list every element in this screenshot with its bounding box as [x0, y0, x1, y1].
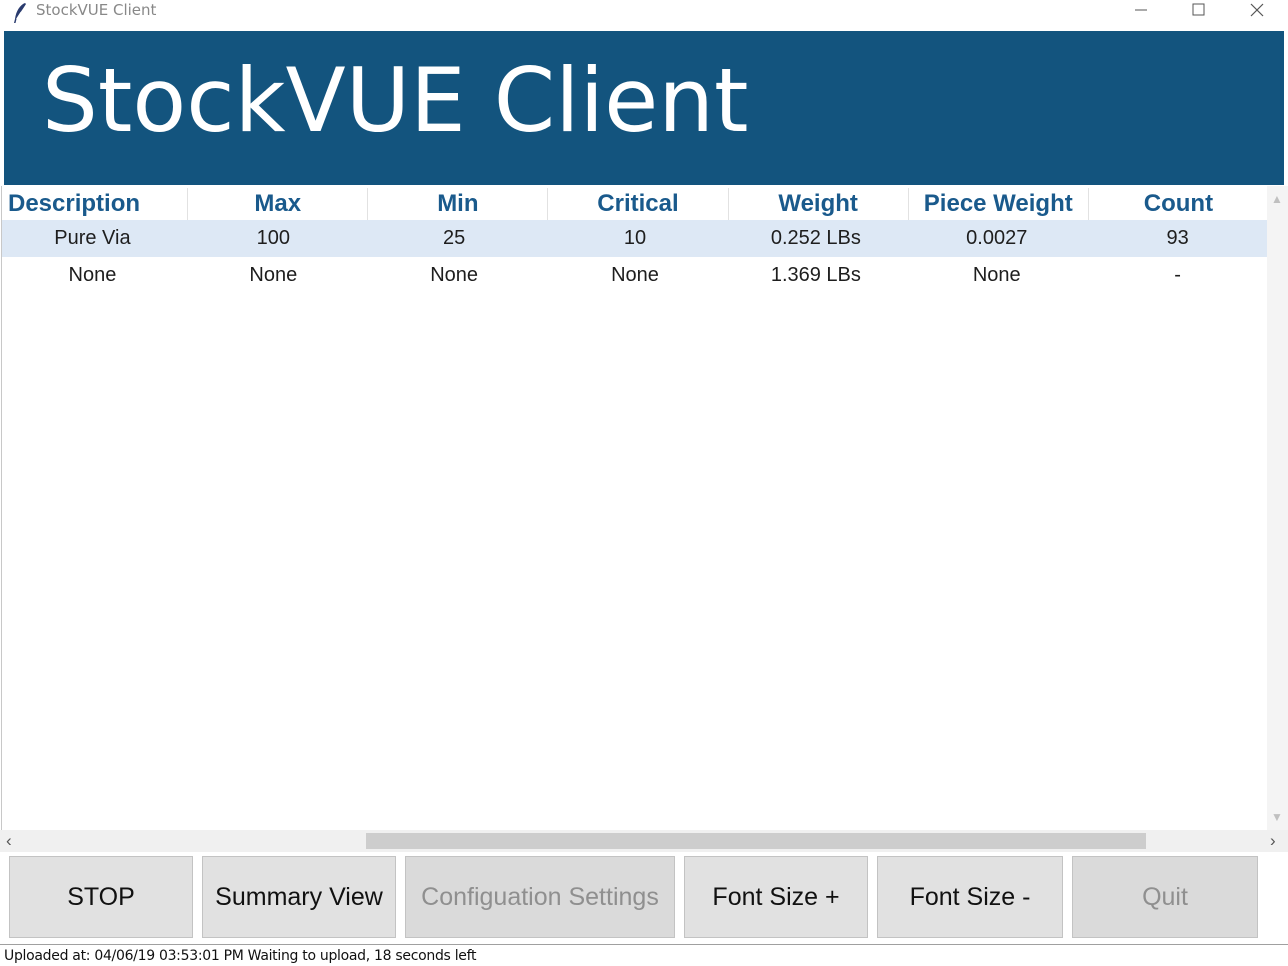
column-header-max[interactable]: Max	[188, 188, 369, 220]
chevron-right-icon[interactable]: ›	[1270, 830, 1276, 852]
column-header-description[interactable]: Description	[2, 188, 189, 220]
cell-max: 100	[256, 227, 290, 249]
column-header-min[interactable]: Min	[368, 188, 549, 220]
app-banner: StockVUE Client	[4, 31, 1284, 185]
table-row[interactable]: None None None None 1.369 LBs None -	[2, 257, 1268, 294]
window-titlebar: StockVUE Client	[0, 0, 1288, 30]
cell-weight: 0.252 LBs	[770, 227, 861, 249]
minimize-icon	[1135, 9, 1147, 11]
font-size-increase-button[interactable]: Font Size +	[684, 856, 868, 938]
quit-button[interactable]: Quit	[1072, 856, 1258, 938]
chevron-down-icon[interactable]: ▼	[1271, 810, 1283, 824]
column-header-piece-weight[interactable]: Piece Weight	[909, 188, 1089, 220]
cell-min: 25	[443, 227, 466, 249]
chevron-left-icon[interactable]: ‹	[6, 830, 12, 852]
window-title: StockVUE Client	[36, 1, 157, 19]
banner-title: StockVUE Client	[42, 49, 749, 152]
summary-view-button[interactable]: Summary View	[202, 856, 396, 938]
column-header-count[interactable]: Count	[1089, 188, 1268, 220]
feather-icon	[14, 3, 26, 23]
cell-piece-weight: 0.0027	[966, 227, 1028, 249]
status-text: Uploaded at: 04/06/19 03:53:01 PM Waitin…	[4, 948, 477, 964]
cell-count: 93	[1166, 227, 1189, 249]
inventory-table: Description Max Min Critical Weight Piec…	[1, 186, 1268, 830]
column-header-weight[interactable]: Weight	[729, 188, 909, 220]
horizontal-scrollbar[interactable]: ‹ ›	[0, 830, 1288, 852]
table-header: Description Max Min Critical Weight Piec…	[2, 188, 1268, 220]
column-header-critical[interactable]: Critical	[548, 188, 729, 220]
cell-critical: 10	[623, 227, 647, 249]
cell-description: None	[68, 264, 117, 286]
cell-description: Pure Via	[54, 227, 131, 249]
font-size-decrease-button[interactable]: Font Size -	[877, 856, 1063, 938]
cell-piece-weight: None	[972, 264, 1021, 286]
minimize-button[interactable]	[1112, 0, 1170, 22]
configuration-settings-button[interactable]: Configuation Settings	[405, 856, 675, 938]
close-icon	[1250, 3, 1264, 17]
scrollbar-thumb[interactable]	[366, 833, 1146, 849]
cell-max: None	[249, 264, 298, 286]
cell-weight: 1.369 LBs	[770, 264, 861, 286]
vertical-scrollbar[interactable]: ▲ ▼	[1267, 186, 1288, 830]
stop-button[interactable]: STOP	[9, 856, 193, 938]
table-body: Pure Via 100 25 10 0.252 LBs 0.0027 93 N…	[2, 220, 1268, 294]
table-row[interactable]: Pure Via 100 25 10 0.252 LBs 0.0027 93	[2, 220, 1268, 257]
cell-min: None	[430, 264, 479, 286]
cell-count: -	[1174, 264, 1181, 286]
chevron-up-icon[interactable]: ▲	[1271, 192, 1283, 206]
cell-critical: None	[611, 264, 659, 286]
status-bar: Uploaded at: 04/06/19 03:53:01 PM Waitin…	[0, 944, 1288, 966]
button-bar: STOP Summary View Configuation Settings …	[0, 853, 1288, 943]
close-button[interactable]	[1228, 0, 1286, 22]
maximize-button[interactable]	[1170, 0, 1228, 22]
maximize-icon	[1192, 3, 1205, 16]
